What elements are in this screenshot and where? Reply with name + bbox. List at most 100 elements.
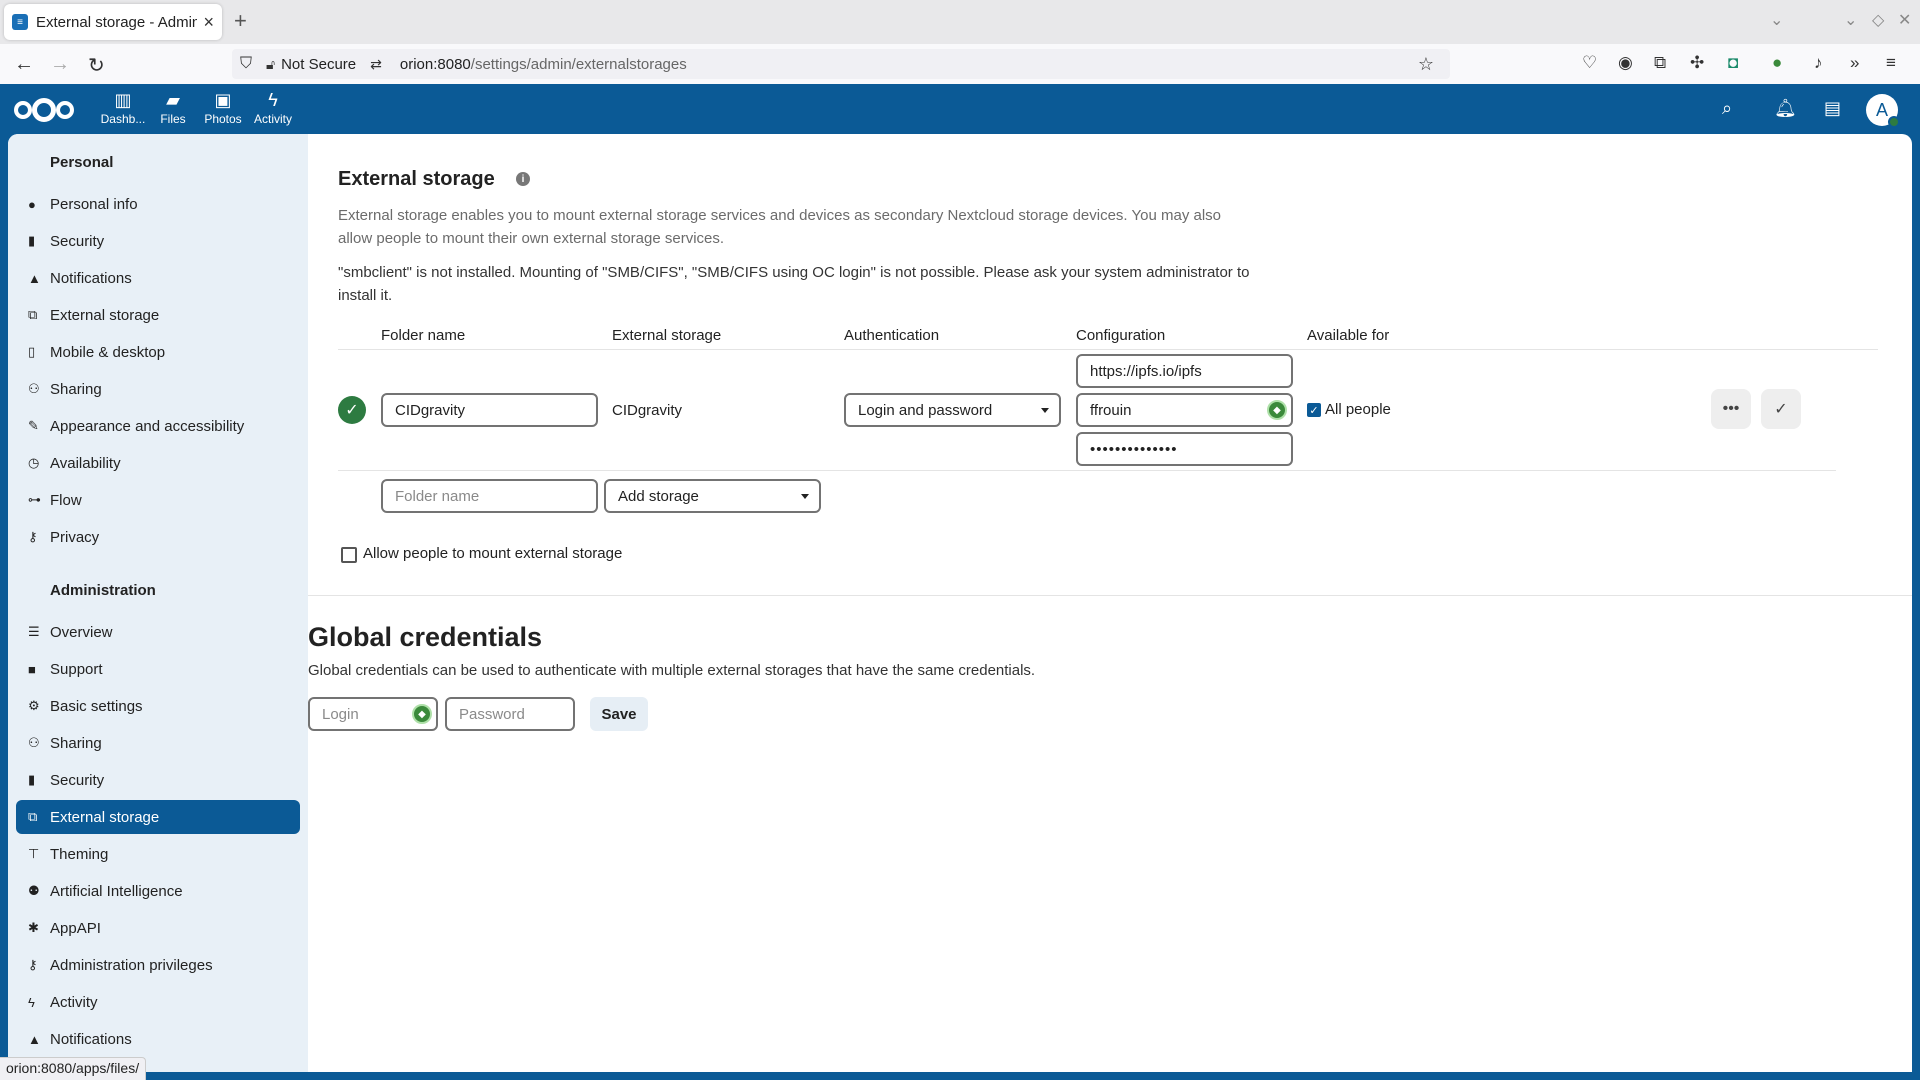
extension-badge-icon[interactable]: ● <box>1772 53 1782 73</box>
reload-icon[interactable]: ↻ <box>88 53 105 78</box>
url-text[interactable]: orion:8080/settings/admin/externalstorag… <box>400 56 687 73</box>
sidebar-item-basic-settings[interactable]: ⚙ Basic settings <box>16 689 300 723</box>
shield-icon[interactable]: ⛉ <box>240 55 252 73</box>
sidebar-item-flow[interactable]: ⊶ Flow <box>16 483 300 517</box>
url-bar[interactable]: ⛉ 🔓︎ Not Secure ⇄ orion:8080/settings/ad… <box>232 49 1450 79</box>
insecure-lock-icon[interactable]: 🔓︎ <box>266 56 275 73</box>
extension-green-icon[interactable]: ◘ <box>1728 53 1738 73</box>
global-credentials-title: Global credentials <box>308 622 543 652</box>
notifications-bell-icon[interactable]: 🔔︎ <box>1774 98 1797 119</box>
close-window-icon[interactable]: ✕ <box>1898 10 1911 30</box>
sidebar-item-mobile-desktop[interactable]: ▯ Mobile & desktop <box>16 335 300 369</box>
lock-icon: ▮ <box>28 233 36 248</box>
global-login-input[interactable]: Login ◆ <box>308 697 438 731</box>
sidebar-item-security[interactable]: ▮ Security <box>16 224 300 258</box>
browser-tab-active[interactable]: ≡ External storage - Administ × <box>4 4 222 40</box>
available-all-people-checkbox[interactable]: ✓ <box>1307 403 1321 417</box>
app-activity[interactable]: ϟ Activity <box>248 90 298 126</box>
extensions-icon[interactable]: ⧉ <box>1654 53 1666 73</box>
app-dashboard[interactable]: ▥ Dashb... <box>98 90 148 126</box>
extension-puzzle-icon[interactable]: ✣ <box>1690 53 1704 73</box>
sidebar-item-admin-sharing[interactable]: ⚇ Sharing <box>16 726 300 760</box>
password-manager-icon[interactable]: ◆ <box>412 704 432 724</box>
sidebar-item-availability[interactable]: ◷ Availability <box>16 446 300 480</box>
settings-content: External storage i External storage enab… <box>308 134 1912 1072</box>
mount-more-actions-button[interactable]: ••• <box>1711 389 1751 429</box>
sidebar-item-admin-notifications[interactable]: ▲ Notifications <box>16 1022 300 1056</box>
sidebar-item-overview[interactable]: ☰ Overview <box>16 615 300 649</box>
support-icon: ■ <box>28 661 36 677</box>
online-status-icon <box>1888 116 1900 128</box>
sidebar-item-sharing[interactable]: ⚇ Sharing <box>16 372 300 406</box>
key-icon: ⚷ <box>28 957 38 972</box>
smbclient-warning: "smbclient" is not installed. Mounting o… <box>338 264 1250 304</box>
sidebar-item-theming[interactable]: ⊤ Theming <box>16 837 300 871</box>
sidebar-heading-administration: Administration <box>50 582 156 599</box>
config-login-input[interactable]: ffrouin ◆ <box>1076 393 1293 427</box>
page-title: External storage <box>338 168 495 190</box>
sidebar-item-activity[interactable]: ϟ Activity <box>16 985 300 1019</box>
music-icon[interactable]: ♪ <box>1814 53 1823 73</box>
sidebar-item-notifications[interactable]: ▲ Notifications <box>16 261 300 295</box>
gear-icon: ⚙ <box>28 698 40 713</box>
info-icon[interactable]: i <box>516 172 530 186</box>
contacts-icon[interactable]: ▤ <box>1824 98 1841 119</box>
tab-title: External storage - Administ <box>36 13 198 31</box>
phone-icon: ▯ <box>28 344 36 359</box>
pocket-icon[interactable]: ♡ <box>1582 53 1597 73</box>
permissions-icon[interactable]: ⇄ <box>370 56 382 73</box>
sidebar-item-appapi[interactable]: ✱ AppAPI <box>16 911 300 945</box>
bookmark-star-icon[interactable]: ☆ <box>1418 54 1434 75</box>
back-icon[interactable]: ← <box>14 53 34 76</box>
chevron-down-icon <box>1041 408 1049 413</box>
menu-icon[interactable]: ≡ <box>1886 53 1896 73</box>
mount-storage-type: CIDgravity <box>612 402 683 419</box>
overflow-icon[interactable]: » <box>1850 53 1859 73</box>
app-photos[interactable]: ▣ Photos <box>198 90 248 126</box>
not-secure-label: Not Secure <box>281 55 357 73</box>
global-save-button[interactable]: Save <box>590 697 648 731</box>
account-icon[interactable]: ◉ <box>1618 53 1633 73</box>
minimize-icon[interactable]: ⌄ <box>1844 10 1857 30</box>
allow-user-mount-checkbox[interactable] <box>341 547 357 563</box>
allow-user-mount-label[interactable]: Allow people to mount external storage <box>363 545 622 562</box>
sidebar-item-admin-security[interactable]: ▮ Security <box>16 763 300 797</box>
mount-status-ok-icon[interactable]: ✓ <box>338 396 366 424</box>
search-icon[interactable]: ⌕ <box>1722 98 1732 119</box>
global-password-input[interactable]: Password <box>445 697 575 731</box>
app-files[interactable]: ▰ Files <box>148 90 198 126</box>
user-avatar[interactable]: A <box>1866 94 1900 128</box>
new-tab-icon[interactable]: + <box>234 8 247 34</box>
add-storage-select[interactable]: Add storage <box>604 479 821 513</box>
close-tab-icon[interactable]: × <box>203 12 214 33</box>
maximize-icon[interactable]: ◇ <box>1872 10 1884 30</box>
sidebar-item-appearance[interactable]: ✎ Appearance and accessibility <box>16 409 300 443</box>
tab-list-icon[interactable]: ⌄ <box>1770 10 1783 30</box>
sidebar-item-external-storage[interactable]: ⧉ External storage <box>16 298 300 332</box>
bell-icon: ▲ <box>28 270 41 286</box>
sidebar-item-privacy[interactable]: ⚷ Privacy <box>16 520 300 554</box>
password-manager-icon[interactable]: ◆ <box>1267 400 1287 420</box>
external-storage-icon: ⧉ <box>28 809 38 824</box>
config-password-input[interactable]: •••••••••••••• <box>1076 432 1293 466</box>
column-external-storage: External storage <box>612 327 722 344</box>
config-url-input[interactable]: https://ipfs.io/ipfs <box>1076 354 1293 388</box>
sidebar-item-admin-external-storage[interactable]: ⧉ External storage <box>16 800 300 834</box>
new-folder-name-input[interactable]: Folder name <box>381 479 598 513</box>
sidebar-item-admin-privileges[interactable]: ⚷ Administration privileges <box>16 948 300 982</box>
nextcloud-logo-icon[interactable] <box>14 98 76 122</box>
lock-icon: ▮ <box>28 772 36 787</box>
mount-save-button[interactable]: ✓ <box>1761 389 1801 429</box>
column-configuration: Configuration <box>1076 327 1166 344</box>
robot-icon: ⚉ <box>28 883 40 898</box>
forward-icon[interactable]: → <box>50 53 70 76</box>
mount-auth-select[interactable]: Login and password <box>844 393 1061 427</box>
mount-folder-name-input[interactable]: CIDgravity <box>381 393 598 427</box>
folder-icon: ▰ <box>166 90 180 110</box>
sidebar-item-personal-info[interactable]: ● Personal info <box>16 187 300 221</box>
bell-icon: ▲ <box>28 1031 41 1047</box>
sidebar-item-support[interactable]: ■ Support <box>16 652 300 686</box>
share-icon: ⚇ <box>28 381 40 396</box>
available-all-people-label[interactable]: All people <box>1325 401 1391 418</box>
sidebar-item-ai[interactable]: ⚉ Artificial Intelligence <box>16 874 300 908</box>
